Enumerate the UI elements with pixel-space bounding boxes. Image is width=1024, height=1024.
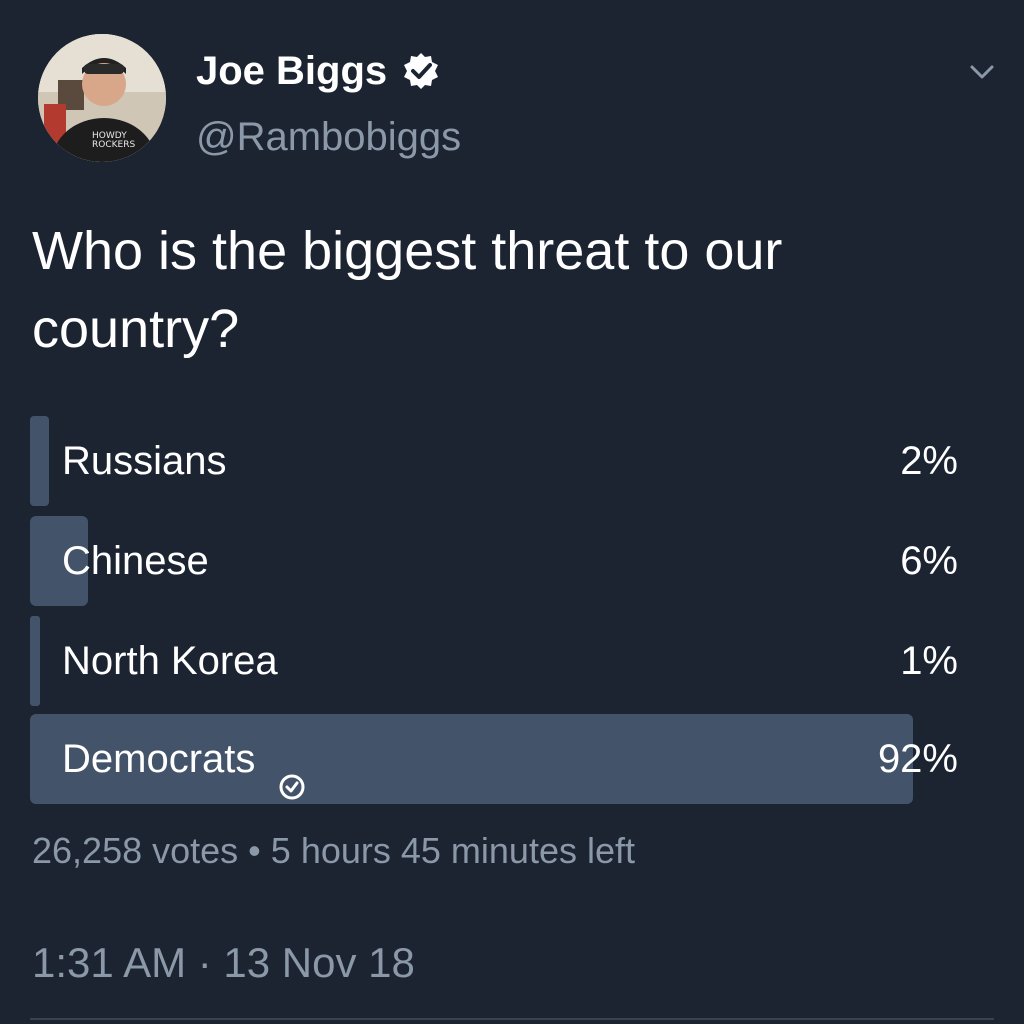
- verified-badge-icon: [401, 51, 441, 91]
- tweet-text: Who is the biggest threat to our country…: [32, 221, 783, 359]
- divider: [30, 1018, 994, 1020]
- svg-text:ROCKERS: ROCKERS: [92, 140, 135, 150]
- poll-bar: [30, 616, 40, 706]
- poll-bar: [30, 416, 49, 506]
- poll-option-percent: 1%: [900, 639, 958, 683]
- author-name-text[interactable]: Joe Biggs: [196, 46, 387, 96]
- tweet-card: HOWDY ROCKERS Joe Biggs @Rambobiggs Who …: [0, 0, 1024, 1024]
- tweet-timestamp[interactable]: 1:31 AM · 13 Nov 18: [32, 936, 415, 990]
- poll-option-percent: 2%: [900, 439, 958, 483]
- poll-option-democrats: Democrats 92%: [30, 714, 970, 804]
- poll-option-percent: 6%: [900, 539, 958, 583]
- poll-meta-separator: •: [248, 830, 261, 871]
- poll-time-left: 5 hours 45 minutes left: [270, 830, 635, 871]
- poll-option-label: North Korea: [62, 639, 278, 683]
- author-display-name[interactable]: Joe Biggs: [196, 46, 441, 96]
- poll-option-percent: 92%: [877, 737, 958, 781]
- poll-meta: 26,258 votes • 5 hours 45 minutes left: [32, 828, 635, 874]
- poll-option-label: Democrats: [62, 737, 256, 781]
- selected-choice-check-icon: [277, 744, 307, 800]
- chevron-down-icon[interactable]: [962, 52, 1002, 92]
- author-handle[interactable]: @Rambobiggs: [196, 112, 461, 162]
- poll-option-chinese: Chinese 6%: [30, 516, 970, 606]
- poll-option-label: Chinese: [62, 539, 209, 583]
- profile-photo-icon: HOWDY ROCKERS: [38, 34, 166, 162]
- author-avatar[interactable]: HOWDY ROCKERS: [38, 34, 166, 162]
- poll-option-russians: Russians 2%: [30, 416, 970, 506]
- poll-vote-count: 26,258 votes: [32, 830, 239, 871]
- poll-option-label: Russians: [62, 439, 227, 483]
- poll-option-north-korea: North Korea 1%: [30, 616, 970, 706]
